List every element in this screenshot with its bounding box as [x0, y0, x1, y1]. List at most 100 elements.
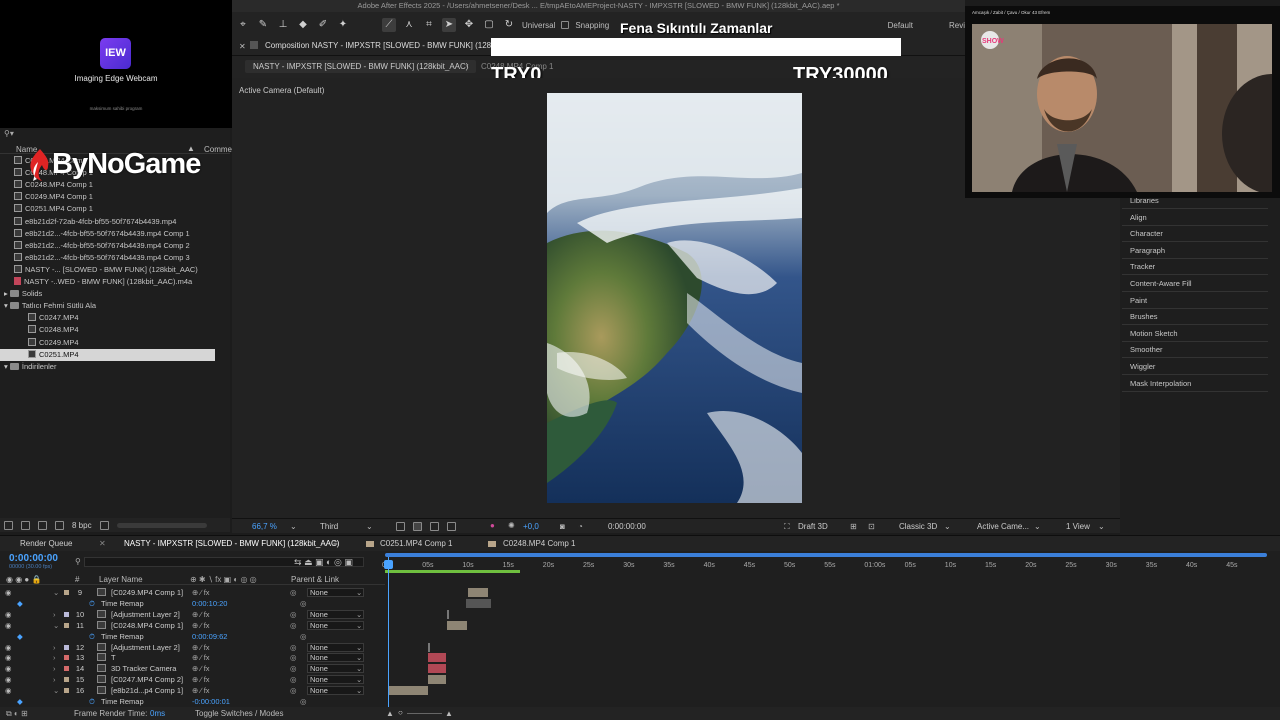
renderer-dropdown[interactable]: Classic 3D [899, 522, 937, 531]
project-item[interactable]: C0249.MP4 [0, 337, 215, 349]
expand-arrow-icon[interactable]: ⌄ [53, 685, 59, 696]
layer-switches[interactable]: ⊕ ∕ fx [192, 663, 210, 674]
snap-axis-icon[interactable]: ⟋ [382, 18, 396, 32]
snap-edge-icon[interactable]: ⋏ [402, 18, 416, 32]
universal-label[interactable]: Universal [522, 21, 555, 30]
snap-grid-icon[interactable]: ⌗ [422, 18, 436, 32]
close-icon[interactable]: ✕ [239, 42, 246, 51]
project-item[interactable]: C0248.MP4 [0, 324, 215, 336]
layer-switches[interactable]: ⊕ ∕ fx [192, 587, 210, 598]
timeline-search-icon[interactable]: ⚲ [75, 557, 81, 566]
disclosure-triangle-icon[interactable]: ▾ [4, 301, 10, 310]
stopwatch-icon[interactable]: ⏱ [89, 598, 95, 609]
color-channels-icon[interactable]: ● [490, 521, 495, 530]
zoom-slider-handle[interactable]: ○ [398, 708, 403, 717]
label-color-swatch[interactable] [64, 590, 69, 595]
new-composition-icon[interactable] [38, 520, 47, 530]
playhead-line[interactable] [388, 557, 389, 707]
rectangle-tool-icon[interactable]: ▢ [482, 18, 496, 32]
workspace-default[interactable]: Default [888, 21, 913, 30]
chevron-down-icon[interactable]: ⌄ [1098, 522, 1105, 531]
chevron-left-icon[interactable]: ‹ [466, 61, 469, 70]
tab-c0248-comp-timeline[interactable]: C0248.MP4 Comp 1 [503, 539, 575, 548]
timeline-timecode[interactable]: 0:00:00:00 [9, 553, 58, 564]
visibility-eye-icon[interactable]: ◉ [5, 609, 12, 620]
expand-arrow-icon[interactable]: › [53, 663, 56, 674]
layer-bar[interactable] [447, 620, 467, 630]
snapshot-icon[interactable]: ◙ [560, 522, 565, 531]
toggle-switches-modes[interactable]: Toggle Switches / Modes [195, 709, 284, 718]
arrow-tool-icon[interactable]: ➤ [442, 18, 456, 32]
chevron-down-icon[interactable]: ⌄ [356, 587, 362, 598]
layer-bar[interactable] [428, 642, 430, 652]
rotate-tool-icon[interactable]: ↻ [502, 18, 516, 32]
layer-bar[interactable] [447, 609, 449, 619]
chevron-down-icon[interactable]: ⌄ [356, 652, 362, 663]
layer-switches[interactable]: ⊕ ∕ fx [192, 674, 210, 685]
property-value[interactable]: 0:00:09:62 [192, 631, 227, 642]
chevron-down-icon[interactable]: ⌄ [944, 522, 951, 531]
layer-bar[interactable] [466, 598, 491, 608]
layer-name[interactable]: T [111, 652, 116, 663]
label-color-swatch[interactable] [64, 677, 69, 683]
keyframe-nav-icon[interactable]: ◆ [17, 696, 23, 707]
zoom-slider-track[interactable] [407, 713, 442, 714]
eraser-tool-icon[interactable]: ◆ [296, 18, 310, 32]
col-layer-name[interactable]: Layer Name [99, 575, 143, 584]
exposure-reset-icon[interactable]: ✺ [508, 521, 515, 530]
chevron-down-icon[interactable]: ⌄ [366, 522, 373, 531]
project-item[interactable]: ▾ Tatlıcı Fehmi Sütlü Ala [0, 300, 215, 312]
visibility-eye-icon[interactable]: ◉ [5, 663, 12, 674]
panel-smoother[interactable]: Smoother [1130, 345, 1163, 354]
layer-name[interactable]: [Adjustment Layer 2] [111, 609, 180, 620]
label-color-swatch[interactable] [64, 655, 69, 661]
views-dropdown[interactable]: 1 View [1066, 522, 1090, 531]
layer-switches[interactable]: ⊕ ∕ fx [192, 685, 210, 696]
clone-stamp-icon[interactable]: ⊥ [276, 18, 290, 32]
hand-tool-icon[interactable]: ✥ [462, 18, 476, 32]
pickwhip-icon[interactable]: ◎ [290, 652, 297, 663]
time-remap-property[interactable]: ◆ ⏱ Time Remap 0:00:10:20 ◎ [0, 598, 385, 609]
chevron-down-icon[interactable]: ⌄ [356, 642, 362, 653]
workspace-review[interactable]: Revi [949, 21, 965, 30]
layer-switches[interactable]: ⊕ ∕ fx [192, 652, 210, 663]
draft-3d-toggle[interactable]: Draft 3D [798, 522, 828, 531]
panel-content-aware-fill[interactable]: Content-Aware Fill [1130, 279, 1192, 288]
panel-paragraph[interactable]: Paragraph [1130, 246, 1165, 255]
chevron-down-icon[interactable]: ⌄ [356, 609, 362, 620]
label-color-swatch[interactable] [64, 666, 69, 672]
layer-bar[interactable] [468, 588, 488, 597]
pickwhip-icon[interactable]: ◎ [290, 685, 297, 696]
project-col-comment[interactable]: Comme [204, 145, 232, 154]
expression-pickwhip-icon[interactable]: ◎ [300, 696, 307, 707]
visibility-eye-icon[interactable]: ◉ [5, 674, 12, 685]
av-switch-icons[interactable]: ◉ ◉ ● 🔒 [6, 575, 41, 584]
work-area-bar[interactable] [385, 553, 1267, 557]
zoom-out-icon[interactable]: ▲ [386, 709, 394, 718]
layer-name[interactable]: [Adjustment Layer 2] [111, 642, 180, 653]
bit-depth-button[interactable]: 8 bpc [72, 521, 92, 530]
region-of-interest-icon[interactable] [396, 522, 405, 531]
visibility-eye-icon[interactable]: ◉ [5, 685, 12, 696]
visibility-eye-icon[interactable]: ◉ [5, 642, 12, 653]
visibility-eye-icon[interactable]: ◉ [5, 587, 12, 598]
chevron-down-icon[interactable]: ⌄ [1034, 522, 1041, 531]
layer-bar[interactable] [388, 686, 428, 696]
close-icon[interactable]: ✕ [99, 539, 106, 548]
expand-arrow-icon[interactable]: › [53, 674, 56, 685]
project-item[interactable]: C0247.MP4 [0, 312, 215, 324]
project-item[interactable]: ▸ Solids [0, 288, 215, 300]
layer-bar[interactable] [428, 653, 446, 663]
property-value[interactable]: 0:00:10:20 [192, 598, 227, 609]
layer-row[interactable]: ◉ ⌄ 11 [C0248.MP4 Comp 1] ⊕ ∕ fx ◎ None ⌄ [0, 620, 385, 631]
layer-row[interactable]: ◉ › 12 [Adjustment Layer 2] ⊕ ∕ fx ◎ None ⌄ [0, 642, 385, 653]
camera-dropdown[interactable]: Active Came... [977, 522, 1029, 531]
show-snapshot-icon[interactable]: ◔ [578, 522, 583, 531]
layer-switches[interactable]: ⊕ ∕ fx [192, 642, 210, 653]
stopwatch-icon[interactable]: ⏱ [89, 696, 95, 707]
layer-name[interactable]: 3D Tracker Camera [111, 663, 176, 674]
exposure-value[interactable]: +0,0 [523, 522, 539, 531]
panel-paint[interactable]: Paint [1130, 296, 1147, 305]
layer-bar[interactable] [428, 675, 446, 685]
panel-character[interactable]: Character [1130, 229, 1163, 238]
